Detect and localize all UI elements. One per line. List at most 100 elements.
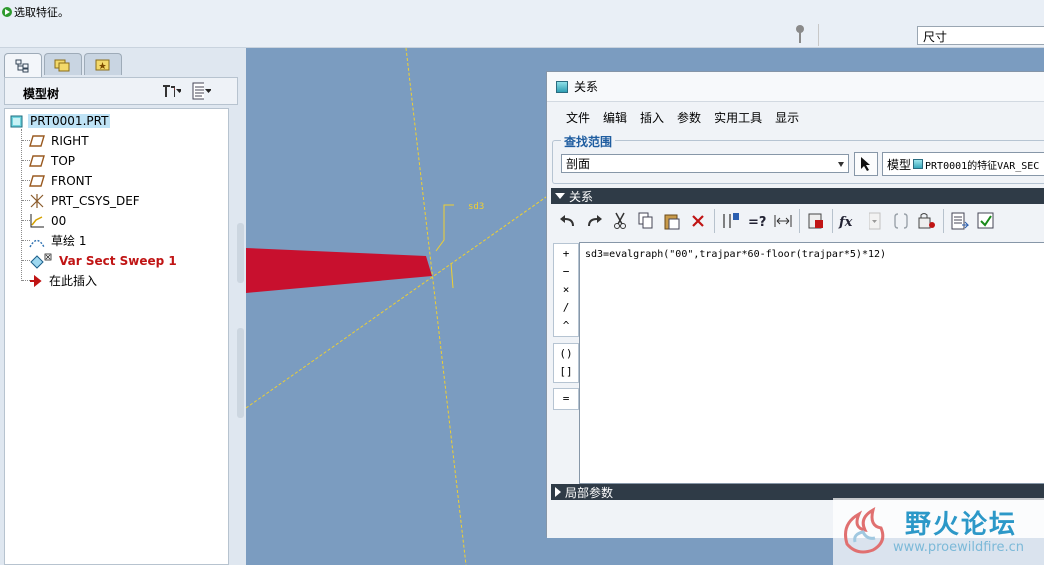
- relations-toolbar: =? fx: [552, 205, 1044, 237]
- operator-power-button[interactable]: ^: [554, 316, 578, 334]
- navigator-panel: 模型树 PRT0001.PRT RIGHT TOP FRONT PRT_CSYS…: [0, 48, 246, 565]
- evaluate-icon: =?: [748, 215, 766, 229]
- operator-divide-button[interactable]: /: [554, 298, 578, 316]
- evaluate-button[interactable]: =?: [745, 209, 769, 233]
- dimension-leader: [435, 204, 454, 252]
- tree-item-label: 草绘 1: [51, 234, 87, 248]
- insert-parameter-button[interactable]: [889, 209, 913, 233]
- insert-here-icon: [30, 274, 42, 287]
- panel-splitter-handle[interactable]: [237, 328, 244, 418]
- chevron-down-icon: [175, 89, 181, 93]
- sweep-icon: [30, 253, 52, 269]
- operator-palette: + − × / ^ () [] =: [553, 243, 579, 411]
- svg-text:=?: =?: [748, 215, 766, 229]
- tab-folder-browser[interactable]: [44, 53, 82, 75]
- tree-item-right[interactable]: RIGHT: [29, 131, 91, 150]
- tab-model-tree[interactable]: [4, 53, 42, 77]
- undo-button[interactable]: [556, 209, 580, 233]
- show-dimensions-button[interactable]: [948, 209, 972, 233]
- model-tree-title: 模型树: [23, 87, 60, 101]
- relations-dialog-icon: [556, 80, 568, 93]
- copy-button[interactable]: [634, 209, 658, 233]
- operator-parentheses-button[interactable]: (): [554, 344, 578, 362]
- cut-button[interactable]: [608, 209, 632, 233]
- tree-item-label: FRONT: [51, 173, 92, 188]
- function-dropdown-button[interactable]: [863, 209, 887, 233]
- operator-minus-button[interactable]: −: [554, 262, 578, 280]
- watermark-title: 野火论坛: [905, 510, 1018, 540]
- function-fx-icon: fx: [838, 215, 853, 229]
- favorites-icon: [95, 59, 110, 70]
- tree-item-part[interactable]: PRT0001.PRT: [10, 111, 111, 130]
- menu-parameters[interactable]: 参数: [677, 109, 701, 126]
- datum-plane-icon: [29, 174, 45, 187]
- tab-favorites[interactable]: [84, 53, 122, 75]
- dialog-titlebar[interactable]: 关系: [547, 72, 1044, 102]
- expand-triangle-icon: [555, 487, 561, 497]
- undo-icon: [560, 215, 574, 226]
- menu-utilities[interactable]: 实用工具: [714, 109, 762, 126]
- delete-x-icon: [692, 215, 704, 227]
- svg-text:fx: fx: [838, 215, 853, 229]
- menu-show[interactable]: 显示: [775, 109, 799, 126]
- model-tree: PRT0001.PRT RIGHT TOP FRONT PRT_CSYS_DEF…: [4, 108, 229, 565]
- part-icon: [913, 159, 924, 169]
- insert-dimension-button[interactable]: [771, 209, 795, 233]
- show-menu-button[interactable]: [191, 82, 211, 100]
- operator-multiply-button[interactable]: ×: [554, 280, 578, 298]
- model-label: 模型: [887, 157, 912, 172]
- tree-item-label: PRT_CSYS_DEF: [51, 193, 140, 208]
- panel-splitter-handle[interactable]: [237, 223, 244, 283]
- settings-tools-icon: [163, 85, 175, 97]
- tree-connector: [21, 129, 22, 281]
- model-tree-tools: [161, 82, 211, 100]
- menu-edit[interactable]: 编辑: [603, 109, 627, 126]
- operator-equals-button[interactable]: =: [554, 389, 578, 407]
- part-icon: [10, 115, 23, 127]
- redo-button[interactable]: [582, 209, 606, 233]
- datum-plane-icon: [29, 154, 45, 167]
- tree-settings-button[interactable]: [161, 82, 181, 100]
- delete-button[interactable]: [686, 209, 710, 233]
- tree-item-graph[interactable]: 00: [29, 211, 68, 230]
- tree-item-var-sect-sweep[interactable]: Var Sect Sweep 1: [29, 251, 179, 270]
- paste-icon: [664, 214, 680, 230]
- redo-icon: [588, 215, 602, 226]
- look-in-select[interactable]: 剖面: [561, 154, 849, 173]
- dialog-title: 关系: [574, 80, 599, 94]
- toolbar-divider: [799, 209, 800, 233]
- switch-dimensions-button[interactable]: [719, 209, 743, 233]
- tree-item-top[interactable]: TOP: [29, 151, 77, 170]
- bracket-operators: () []: [553, 343, 579, 383]
- insert-function-button[interactable]: fx: [837, 209, 861, 233]
- brackets-icon: [894, 213, 908, 229]
- pushpin-icon[interactable]: [793, 25, 807, 45]
- model-reference-field: 模型 PRT0001的特征VAR_SEC: [882, 152, 1044, 176]
- check-icon: [977, 212, 994, 229]
- operator-plus-button[interactable]: +: [554, 244, 578, 262]
- message-bar: 选取特征。 尺寸: [0, 0, 1044, 48]
- flame-logo-icon: [844, 506, 885, 554]
- menu-file[interactable]: 文件: [566, 109, 590, 126]
- tree-item-front[interactable]: FRONT: [29, 171, 94, 190]
- paste-button[interactable]: [660, 209, 684, 233]
- sort-relations-button[interactable]: [804, 209, 828, 233]
- verify-relations-button[interactable]: [974, 209, 998, 233]
- unit-button[interactable]: [915, 209, 939, 233]
- look-in-value: 剖面: [566, 157, 591, 171]
- message-text: 选取特征。: [14, 6, 69, 19]
- menu-insert[interactable]: 插入: [640, 109, 664, 126]
- operator-brackets-button[interactable]: []: [554, 362, 578, 380]
- relations-editor[interactable]: sd3=evalgraph("00",trajpar*60-floor(traj…: [579, 242, 1044, 484]
- select-object-button[interactable]: [854, 152, 878, 176]
- tree-item-csys[interactable]: PRT_CSYS_DEF: [29, 191, 142, 210]
- assignment-operators: =: [553, 388, 579, 410]
- tree-item-insert-here[interactable]: 在此插入: [29, 271, 99, 290]
- tree-item-sketch[interactable]: 草绘 1: [29, 231, 88, 250]
- forum-watermark: 野火论坛 www.proewildfire.cn: [833, 498, 1044, 565]
- graph-icon: [30, 213, 44, 227]
- chevron-down-icon: [838, 162, 844, 167]
- selection-filter-select[interactable]: 尺寸: [917, 26, 1044, 45]
- relations-section-header[interactable]: 关系: [551, 188, 1044, 204]
- watermark-url: www.proewildfire.cn: [893, 540, 1024, 555]
